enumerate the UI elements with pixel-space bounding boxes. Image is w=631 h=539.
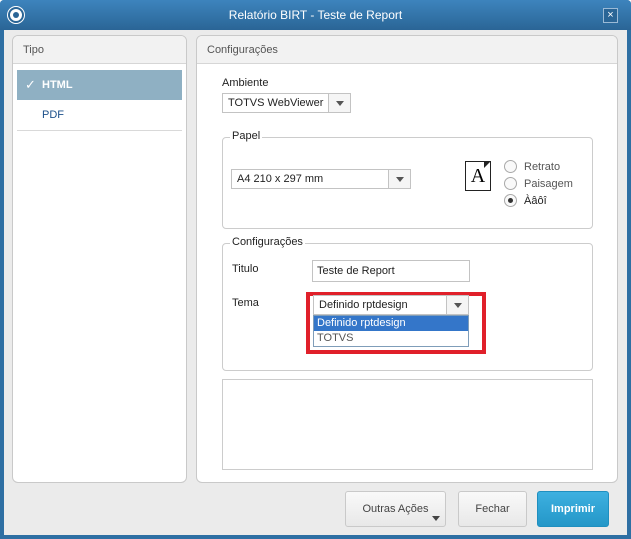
close-dialog-button[interactable]: Fechar <box>458 491 527 527</box>
type-item-label: PDF <box>42 109 64 121</box>
type-item-pdf[interactable]: PDF <box>17 100 182 130</box>
settings-panel: Configurações Ambiente TOTVS WebViewer P… <box>196 35 618 483</box>
paper-size-value: A4 210 x 297 mm <box>237 173 324 185</box>
tema-option[interactable]: TOTVS <box>314 331 468 346</box>
tema-label: Tema <box>232 297 259 309</box>
ambiente-select[interactable]: TOTVS WebViewer <box>222 93 351 113</box>
ambiente-label: Ambiente <box>222 77 269 89</box>
ambiente-value: TOTVS WebViewer <box>228 97 324 109</box>
orientation-label-paisagem: Paisagem <box>524 178 573 190</box>
papel-group: Papel A4 210 x 297 mm A Retrato Paisagem… <box>222 130 593 229</box>
papel-group-title: Papel <box>230 130 263 142</box>
checkmark-icon: ✓ <box>25 77 36 92</box>
dropdown-button[interactable] <box>388 170 410 188</box>
paper-size-select[interactable]: A4 210 x 297 mm <box>231 169 411 189</box>
orientation-radio-custom[interactable] <box>504 194 517 207</box>
more-actions-label: Outras Ações <box>362 503 429 515</box>
page-orientation-icon: A <box>465 161 491 191</box>
orientation-label-custom: Àâôî <box>524 195 547 207</box>
configuracoes-group: Configurações Titulo Tema Definido rptde… <box>222 236 593 371</box>
divider <box>17 130 182 131</box>
dropdown-button[interactable] <box>328 94 350 112</box>
type-item-label: HTML <box>42 79 73 91</box>
preview-area[interactable] <box>222 379 593 470</box>
titulo-input-box[interactable] <box>312 260 470 282</box>
orientation-label-retrato: Retrato <box>524 161 561 173</box>
window-title: Relatório BIRT - Teste de Report <box>228 8 403 22</box>
settings-panel-header: Configurações <box>197 36 617 64</box>
tema-value: Definido rptdesign <box>319 299 408 311</box>
titulo-input[interactable] <box>313 261 469 281</box>
chevron-down-icon <box>432 516 440 521</box>
orientation-radio-paisagem[interactable] <box>504 177 517 190</box>
titulo-label: Titulo <box>232 263 259 275</box>
dialog-body: Tipo ✓ HTML PDF Configurações Ambiente T… <box>4 30 627 535</box>
configuracoes-group-title: Configurações <box>230 236 305 248</box>
report-dialog: Relatório BIRT - Teste de Report × Tipo … <box>0 0 631 539</box>
type-panel: Tipo ✓ HTML PDF <box>12 35 187 483</box>
orientation-radio-retrato[interactable] <box>504 160 517 173</box>
print-button[interactable]: Imprimir <box>537 491 609 527</box>
more-actions-button[interactable]: Outras Ações <box>345 491 446 527</box>
tema-option[interactable]: Definido rptdesign <box>314 316 468 331</box>
chevron-down-icon <box>454 303 462 308</box>
type-panel-header: Tipo <box>13 36 186 64</box>
type-item-html[interactable]: ✓ HTML <box>17 70 182 100</box>
tema-dropdown-list: Definido rptdesign TOTVS <box>313 315 469 347</box>
tema-select[interactable]: Definido rptdesign <box>313 295 469 315</box>
close-button[interactable]: × <box>603 8 618 23</box>
chevron-down-icon <box>336 101 344 106</box>
chevron-down-icon <box>396 177 404 182</box>
dropdown-button[interactable] <box>446 296 468 314</box>
title-bar[interactable]: Relatório BIRT - Teste de Report × <box>0 0 631 30</box>
